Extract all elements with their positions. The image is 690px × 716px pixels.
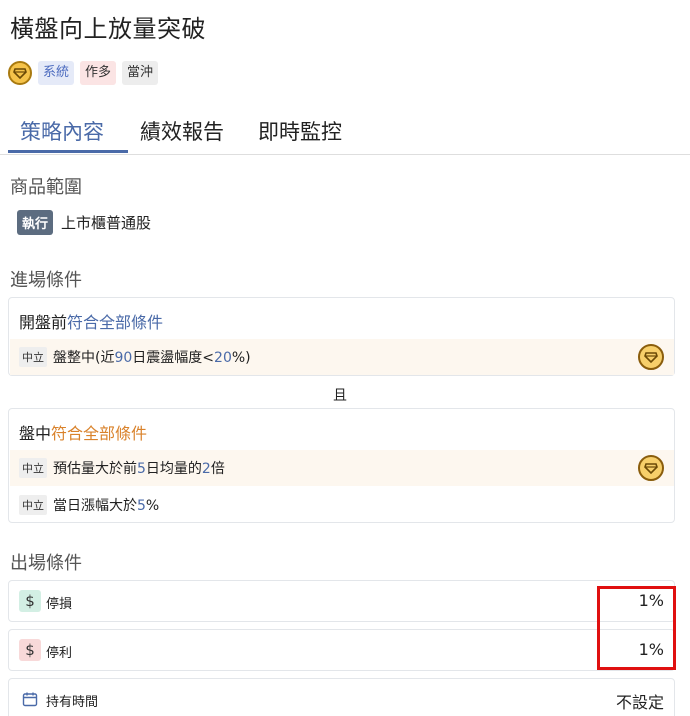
neutral-badge: 中立 [19, 495, 47, 515]
exit-label: 停利 [46, 646, 73, 661]
active-tab-indicator [8, 150, 128, 153]
exec-badge: 執行 [17, 210, 54, 235]
match-all-label: 符合全部條件 [67, 313, 164, 332]
exit-row-take-profit: $ 停利 1% [8, 629, 675, 671]
entry-group-intraday: 盤中符合全部條件 中立 預估量大於前5日均量的2倍 中立 當日漲幅大於5% [8, 408, 675, 523]
exit-label: 持有時間 [46, 695, 99, 710]
tab-bar: 策略內容 績效報告 即時監控 [0, 115, 690, 155]
tab-realtime-monitor[interactable]: 即時監控 [258, 115, 342, 154]
group-prefix: 盤中 [19, 424, 52, 443]
and-connector: 且 [333, 388, 347, 404]
exit-heading: 出場條件 [10, 553, 82, 574]
dollar-icon: $ [19, 639, 41, 661]
entry-group-premarket: 開盤前符合全部條件 中立 盤整中(近90日震盪幅度<20%) [8, 297, 675, 376]
annotation-highlight-box [597, 586, 676, 670]
condition-text: 當日漲幅大於5% [53, 498, 160, 514]
gem-icon[interactable] [638, 344, 664, 370]
tab-performance-report[interactable]: 績效報告 [140, 115, 224, 154]
condition-row: 中立 當日漲幅大於5% [10, 487, 674, 523]
scope-heading: 商品範圍 [10, 177, 82, 198]
neutral-badge: 中立 [19, 347, 47, 367]
tag-system: 系統 [38, 61, 75, 85]
scope-text: 上市櫃普通股 [61, 214, 152, 232]
group-heading: 開盤前符合全部條件 [19, 309, 163, 333]
condition-text: 盤整中(近90日震盪幅度<20%) [53, 350, 251, 366]
condition-row: 中立 預估量大於前5日均量的2倍 [10, 450, 674, 486]
gem-icon[interactable] [638, 455, 664, 481]
calendar-icon [19, 688, 41, 710]
gem-icon [8, 61, 32, 85]
exit-label: 停損 [46, 597, 73, 612]
dollar-icon: $ [19, 590, 41, 612]
match-all-label: 符合全部條件 [51, 424, 148, 443]
tag-daytrade: 當沖 [122, 61, 159, 85]
neutral-badge: 中立 [19, 458, 47, 478]
exit-row-holding-time: 持有時間 不設定 [8, 678, 675, 716]
tag-row: 系統 作多 當沖 [8, 61, 159, 85]
condition-text: 預估量大於前5日均量的2倍 [53, 461, 225, 477]
condition-row: 中立 盤整中(近90日震盪幅度<20%) [10, 339, 674, 375]
entry-heading: 進場條件 [10, 270, 82, 291]
tag-long: 作多 [80, 61, 117, 85]
tab-strategy-content[interactable]: 策略內容 [20, 115, 104, 154]
page-title: 橫盤向上放量突破 [10, 15, 206, 43]
group-prefix: 開盤前 [19, 313, 68, 332]
exit-row-stop-loss: $ 停損 1% [8, 580, 675, 622]
exit-value: 不設定 [615, 693, 664, 712]
scope-row: 執行 上市櫃普通股 [17, 210, 151, 235]
group-heading: 盤中符合全部條件 [19, 420, 147, 444]
